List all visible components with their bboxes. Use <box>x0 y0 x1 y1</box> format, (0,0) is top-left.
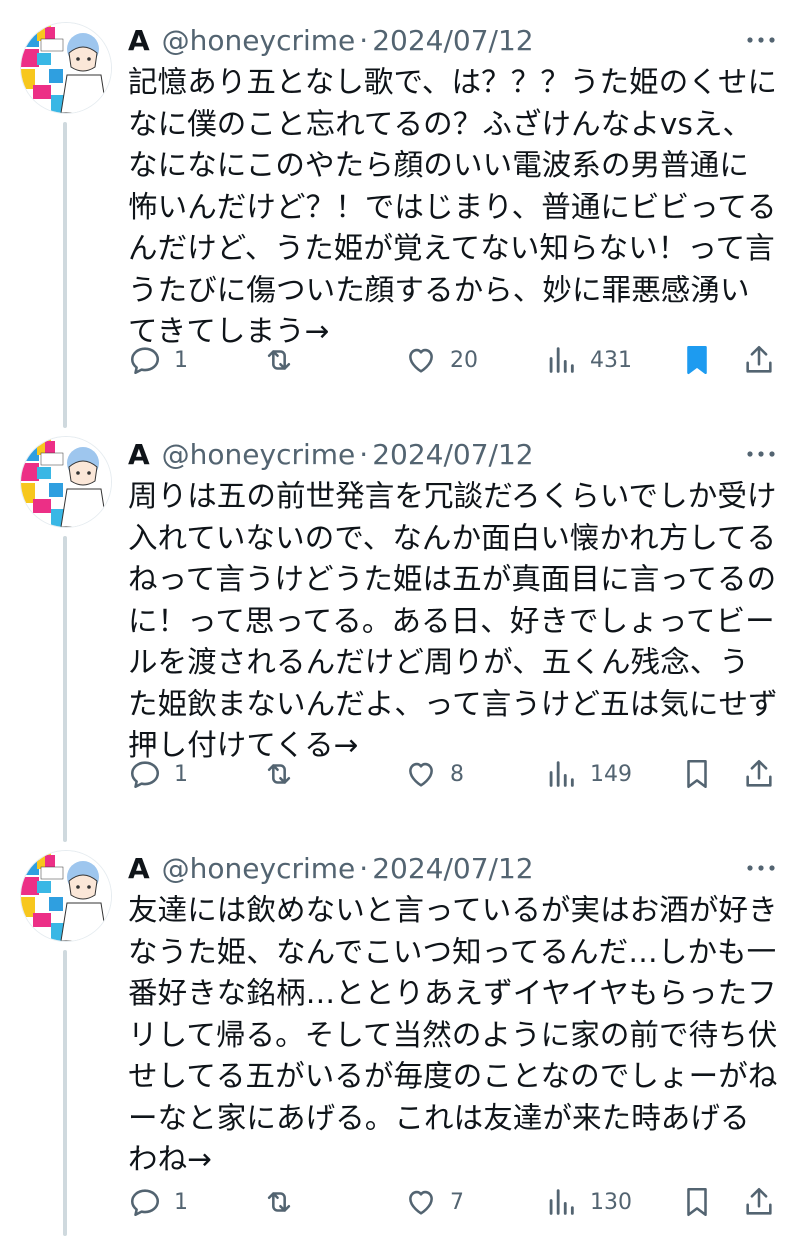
like-button[interactable]: 20 <box>404 338 478 382</box>
more-icon[interactable] <box>744 442 778 466</box>
reply-count: 1 <box>174 1189 188 1215</box>
display-name[interactable]: A <box>128 438 150 471</box>
avatar[interactable] <box>20 22 112 114</box>
reply-button[interactable]: 1 <box>128 1180 188 1224</box>
views-button[interactable]: 130 <box>544 1180 632 1224</box>
like-count: 8 <box>450 761 464 787</box>
avatar[interactable] <box>20 436 112 528</box>
share-icon <box>746 759 772 787</box>
tweet-text: 記憶あり五となし歌で、は？？？うた姫のくせになに僕のこと忘れてるの？ふざけんなよ… <box>128 65 778 348</box>
views-button[interactable]: 431 <box>544 338 632 382</box>
tweet-header: A @honeycrime · 2024/07/12 <box>128 846 534 890</box>
bookmark-icon <box>687 1187 707 1217</box>
display-name[interactable]: A <box>128 852 150 885</box>
user-handle[interactable]: @honeycrime <box>162 24 356 57</box>
like-count: 20 <box>450 347 478 373</box>
repost-icon <box>267 1192 291 1212</box>
action-bar: 1 7 130 <box>128 1180 778 1224</box>
user-handle[interactable]: @honeycrime <box>162 438 356 471</box>
repost-button[interactable] <box>262 338 308 382</box>
views-icon <box>549 347 574 373</box>
bookmark-button[interactable] <box>680 752 726 796</box>
tweet[interactable]: A @honeycrime · 2024/07/12 記憶あり五となし歌で、は？… <box>0 0 800 414</box>
views-count: 149 <box>590 761 632 787</box>
views-icon <box>549 1189 574 1215</box>
tweet-text: 友達には飲めないと言っているが実はお酒が好きなうた姫、なんでこいつ知ってるんだ…… <box>128 893 778 1176</box>
reply-count: 1 <box>174 761 188 787</box>
share-button[interactable] <box>742 752 788 796</box>
tweet-date[interactable]: 2024/07/12 <box>372 24 533 57</box>
repost-button[interactable] <box>262 1180 308 1224</box>
tweet-text: 周りは五の前世発言を冗談だろくらいでしか受け入れていないので、なんか面白い懐かれ… <box>128 479 778 762</box>
reply-count: 1 <box>174 347 188 373</box>
avatar[interactable] <box>20 850 112 942</box>
share-icon <box>746 345 772 373</box>
display-name[interactable]: A <box>128 24 150 57</box>
views-count: 431 <box>590 347 632 373</box>
repost-button[interactable] <box>262 752 308 796</box>
more-icon[interactable] <box>744 28 778 52</box>
repost-icon <box>267 350 291 370</box>
repost-icon <box>267 764 291 784</box>
separator: · <box>359 23 369 57</box>
like-button[interactable]: 8 <box>404 752 464 796</box>
views-icon <box>549 761 574 787</box>
reply-icon <box>130 761 160 789</box>
separator: · <box>359 851 369 885</box>
like-button[interactable]: 7 <box>404 1180 464 1224</box>
views-button[interactable]: 149 <box>544 752 632 796</box>
user-handle[interactable]: @honeycrime <box>162 852 356 885</box>
separator: · <box>359 437 369 471</box>
more-icon[interactable] <box>744 856 778 880</box>
tweet-date[interactable]: 2024/07/12 <box>372 852 533 885</box>
like-count: 7 <box>450 1189 464 1215</box>
share-button[interactable] <box>742 338 788 382</box>
reply-button[interactable]: 1 <box>128 338 188 382</box>
tweet-date[interactable]: 2024/07/12 <box>372 438 533 471</box>
reply-icon <box>130 347 160 375</box>
bookmark-button[interactable] <box>680 1180 726 1224</box>
share-icon <box>746 1187 772 1215</box>
reply-button[interactable]: 1 <box>128 752 188 796</box>
like-icon <box>409 762 433 787</box>
tweet[interactable]: A @honeycrime · 2024/07/12 友達には飲めないと言ってい… <box>0 828 800 1242</box>
like-icon <box>409 1190 433 1215</box>
like-icon <box>409 348 433 373</box>
views-count: 130 <box>590 1189 632 1215</box>
share-button[interactable] <box>742 1180 788 1224</box>
bookmark-icon <box>687 345 707 375</box>
action-bar: 1 8 149 <box>128 752 778 796</box>
tweet[interactable]: A @honeycrime · 2024/07/12 周りは五の前世発言を冗談だ… <box>0 414 800 828</box>
tweet-header: A @honeycrime · 2024/07/12 <box>128 18 534 62</box>
bookmark-icon <box>687 759 707 789</box>
action-bar: 1 20 431 <box>128 338 778 382</box>
tweet-header: A @honeycrime · 2024/07/12 <box>128 432 534 476</box>
bookmark-button[interactable] <box>680 338 726 382</box>
reply-icon <box>130 1189 160 1217</box>
